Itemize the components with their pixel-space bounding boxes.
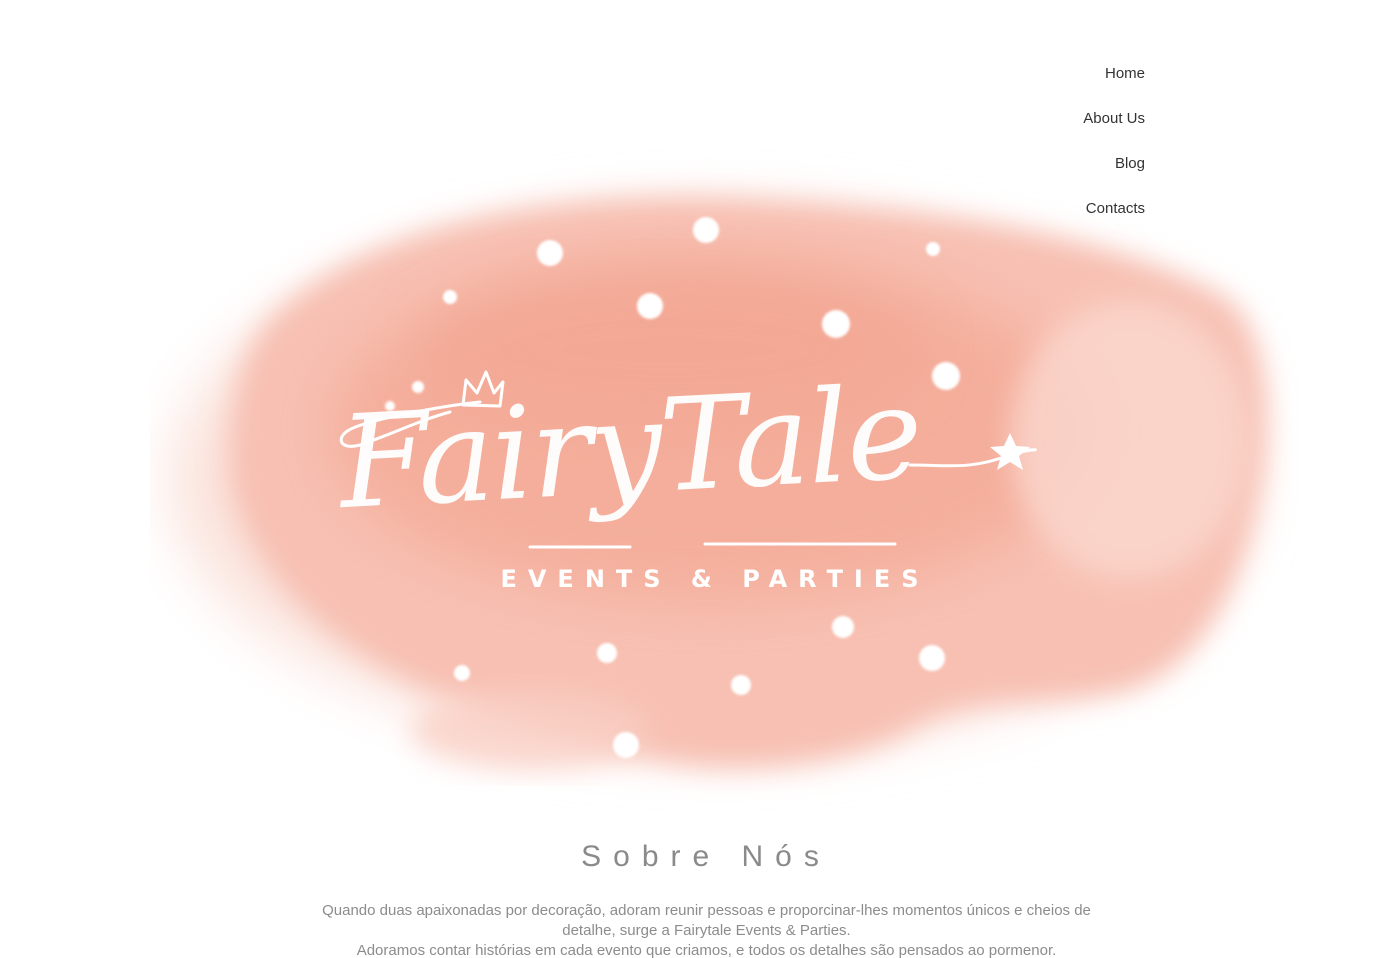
about-paragraph-1: Quando duas apaixonadas por decoração, a… [322, 902, 1091, 939]
nav-item-blog[interactable]: Blog [1115, 152, 1145, 176]
about-paragraph-2: Adoramos contar histórias em cada evento… [356, 942, 1057, 958]
logo-subtitle: EVENTS & PARTIES [500, 565, 930, 593]
nav-item-home[interactable]: Home [1105, 62, 1145, 86]
about-description: Quando duas apaixonadas por decoração, a… [300, 901, 1113, 958]
nav-item-contacts[interactable]: Contacts [1086, 197, 1145, 221]
about-title: Sobre Nós [581, 840, 831, 873]
page: Home About Us Blog Contacts FairyTale EV… [0, 0, 1375, 958]
main-navigation: Home About Us Blog Contacts [1083, 62, 1145, 242]
logo-title: FairyTale [335, 358, 925, 539]
nav-item-about-us[interactable]: About Us [1083, 107, 1145, 131]
